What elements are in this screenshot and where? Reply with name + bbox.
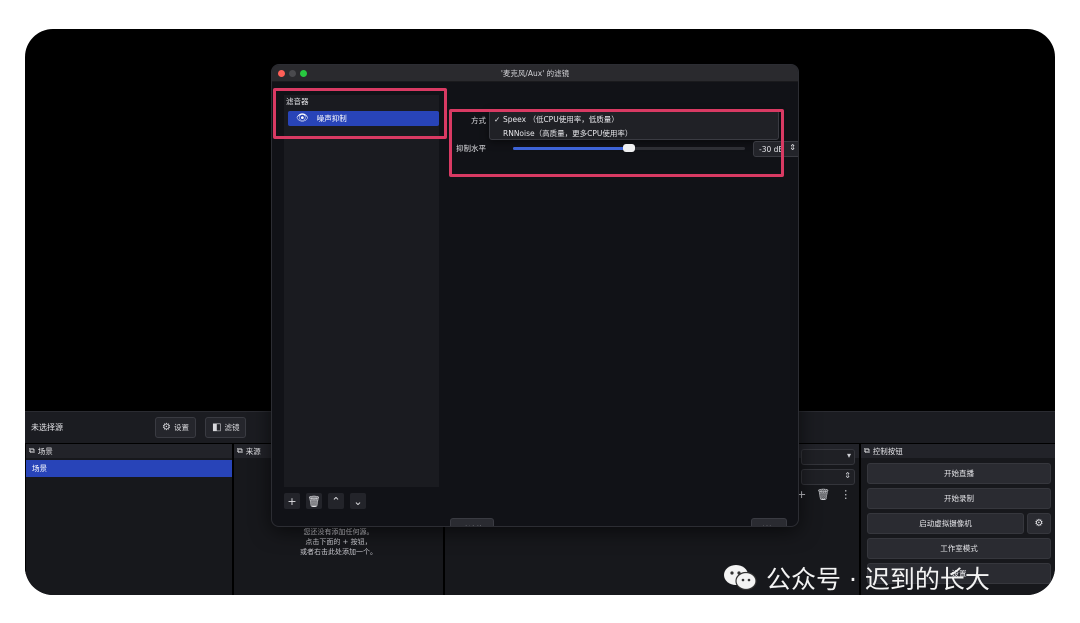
method-option-rnnoise[interactable]: RNNoise（高质量，更多CPU使用率） — [494, 128, 632, 139]
filter-properties: 方式 ✓ Speex （低CPU使用率，低质量） RNNoise（高质量，更多CP… — [451, 95, 798, 195]
slider-fill — [513, 147, 629, 150]
filters-dialog: '麦克风/Aux' 的滤镜 滤音器 👁 噪声抑制 + 🗑 ⌃ ⌄ 方式 ✓ Spe… — [271, 64, 799, 527]
defaults-button[interactable]: 默认值 — [450, 518, 494, 526]
filter-list-title: 滤音器 — [286, 97, 309, 106]
checkmark-icon: ✓ — [494, 115, 501, 124]
trash-icon[interactable]: 🗑 — [816, 488, 830, 501]
move-down-button[interactable]: ⌄ — [350, 493, 366, 509]
transition-select[interactable]: ▾ — [801, 449, 855, 465]
remove-filter-button[interactable]: 🗑 — [306, 493, 322, 509]
no-source-label: 未选择源 — [31, 423, 63, 432]
scenes-dock: ⧉ 场景 场景 — [25, 444, 232, 595]
watermark: 公众号 · 迟到的长大 — [722, 560, 990, 596]
filter-list-tools: + 🗑 ⌃ ⌄ — [284, 493, 366, 509]
scene-list-item[interactable]: 场景 — [26, 460, 232, 477]
stepper-icon: ⇕ — [844, 471, 851, 480]
start-virtual-camera-button[interactable]: 启动虚拟摄像机 — [867, 513, 1024, 534]
filter-list: 滤音器 👁 噪声抑制 — [284, 95, 439, 487]
slider-handle[interactable] — [623, 144, 635, 152]
studio-mode-button[interactable]: 工作室模式 — [867, 538, 1051, 559]
close-button[interactable]: 关闭 — [751, 518, 787, 526]
dock-window-icon: ⧉ — [237, 446, 243, 455]
virtual-camera-settings-button[interactable]: ⚙ — [1027, 513, 1051, 534]
suppression-level-label: 抑制水平 — [456, 144, 486, 153]
chevron-down-icon: ⌄ — [353, 494, 363, 508]
wechat-icon — [724, 565, 757, 591]
dock-window-icon: ⧉ — [864, 446, 870, 455]
start-recording-button[interactable]: 开始录制 — [867, 488, 1051, 509]
dialog-titlebar: '麦克风/Aux' 的滤镜 — [272, 65, 798, 82]
gear-icon: ⚙ — [162, 422, 171, 433]
filters-button[interactable]: ◧ 滤镜 — [205, 417, 247, 438]
gear-icon: ⚙ — [1034, 518, 1044, 529]
transition-tools: + 🗑 ⋮ — [797, 488, 851, 501]
sources-empty-hint[interactable]: 您还没有添加任何源。 点击下面的 + 按钮， 或者右击此处添加一个。 — [234, 527, 443, 557]
method-label: 方式 — [471, 116, 486, 125]
method-dropdown[interactable]: ✓ Speex （低CPU使用率，低质量） RNNoise（高质量，更多CPU使用… — [489, 110, 779, 140]
watermark-text: 公众号 · 迟到的长大 — [766, 565, 990, 594]
duration-stepper[interactable]: ⇕ — [801, 469, 855, 485]
suppression-level-slider[interactable] — [513, 144, 745, 152]
filter-item-noise-suppression[interactable]: 👁 噪声抑制 — [288, 111, 439, 126]
suppression-level-stepper[interactable]: -30 dB ⇕ — [753, 141, 798, 157]
trash-icon: 🗑 — [307, 494, 321, 508]
start-streaming-button[interactable]: 开始直播 — [867, 463, 1051, 484]
move-up-button[interactable]: ⌃ — [328, 493, 344, 509]
add-icon: + — [287, 494, 297, 508]
dialog-title: '麦克风/Aux' 的滤镜 — [500, 69, 570, 78]
settings-button[interactable]: ⚙ 设置 — [155, 417, 196, 438]
method-option-speex[interactable]: ✓ Speex （低CPU使用率，低质量） — [494, 114, 619, 125]
eye-icon[interactable]: 👁 — [296, 113, 309, 124]
chevron-down-icon: ▾ — [846, 451, 851, 460]
stepper-icon[interactable]: ⇕ — [789, 143, 796, 152]
dock-window-icon: ⧉ — [29, 446, 35, 455]
filter-icon: ◧ — [212, 422, 222, 433]
add-filter-button[interactable]: + — [284, 493, 300, 509]
more-icon[interactable]: ⋮ — [840, 488, 851, 501]
controls-dock-header: ⧉ 控制按钮 — [861, 444, 1055, 458]
scenes-dock-header: ⧉ 场景 — [26, 444, 232, 458]
screenshot-frame: 未选择源 ⚙ 设置 ◧ 滤镜 ⧉ 场景 场景 ⧉ 来源 您还没有添加任何源。 点… — [25, 29, 1055, 595]
chevron-up-icon: ⌃ — [331, 494, 341, 508]
